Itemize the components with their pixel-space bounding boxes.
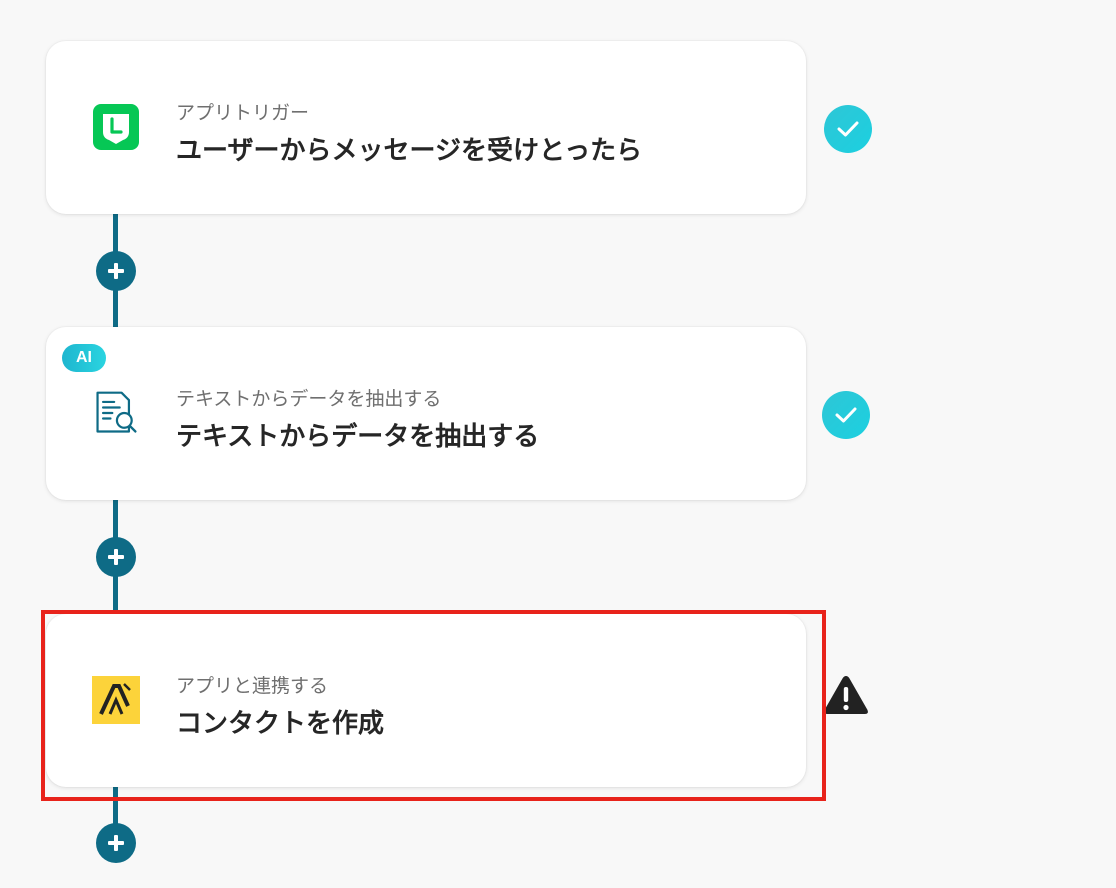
warning-icon bbox=[824, 676, 868, 714]
app-logo-icon bbox=[92, 676, 140, 724]
step-card-trigger[interactable]: アプリトリガー ユーザーからメッセージを受けとったら bbox=[46, 41, 806, 214]
add-step-button[interactable] bbox=[96, 823, 136, 863]
plus-icon bbox=[108, 263, 124, 279]
warning-status-badge bbox=[822, 673, 870, 717]
check-icon bbox=[837, 121, 859, 137]
document-search-icon bbox=[92, 389, 140, 437]
step-subtitle: アプリトリガー bbox=[176, 102, 310, 124]
plus-icon bbox=[108, 549, 124, 565]
plus-icon bbox=[108, 835, 124, 851]
step-card-create-contact[interactable]: アプリと連携する コンタクトを作成 bbox=[46, 614, 806, 787]
check-icon bbox=[835, 407, 857, 423]
step-card-ai-extract[interactable]: AI テキストからデータを抽出する テキストからデータを抽出する bbox=[46, 327, 806, 500]
completed-status-badge bbox=[822, 391, 870, 439]
step-subtitle: テキストからデータを抽出する bbox=[176, 388, 442, 410]
step-title: コンタクトを作成 bbox=[176, 709, 385, 739]
step-subtitle: アプリと連携する bbox=[176, 675, 329, 697]
add-step-button[interactable] bbox=[96, 537, 136, 577]
ai-badge: AI bbox=[62, 344, 106, 372]
completed-status-badge bbox=[824, 105, 872, 153]
add-step-button[interactable] bbox=[96, 251, 136, 291]
step-title: テキストからデータを抽出する bbox=[176, 422, 540, 452]
flow-connector-line bbox=[113, 786, 118, 826]
step-title: ユーザーからメッセージを受けとったら bbox=[176, 136, 643, 166]
line-app-icon bbox=[92, 103, 140, 151]
